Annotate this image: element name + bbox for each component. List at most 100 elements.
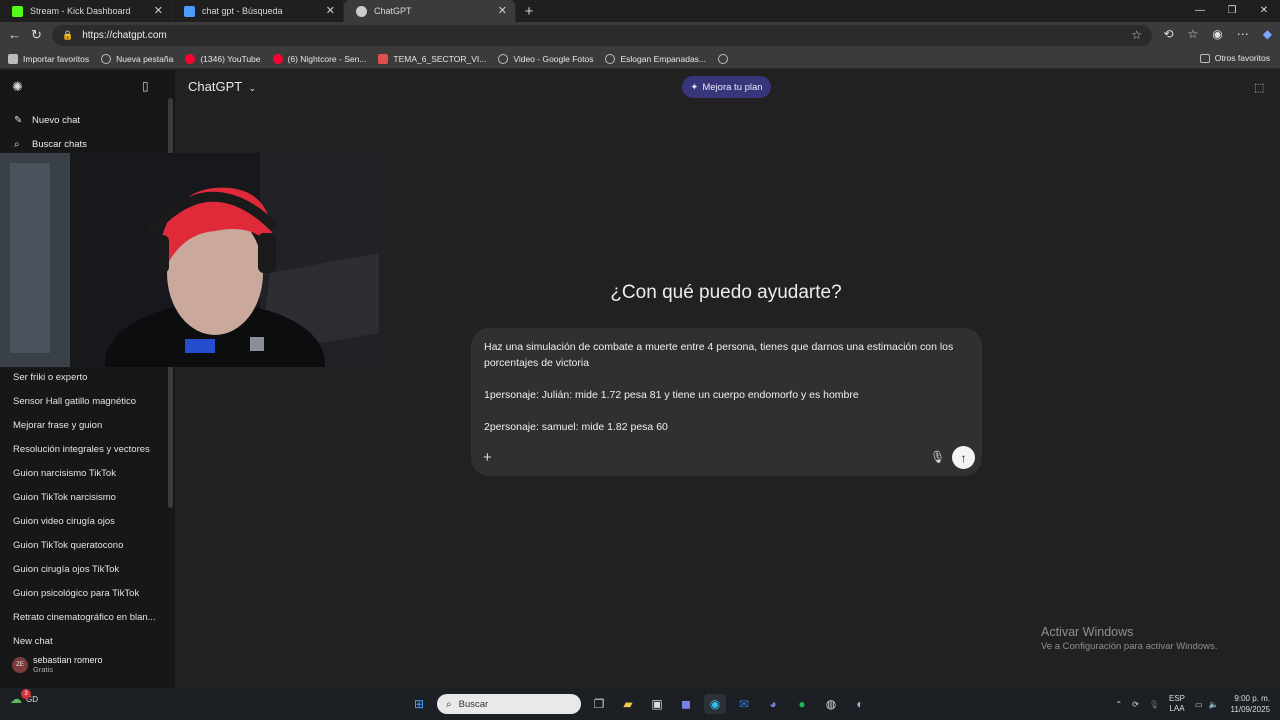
chat-item[interactable]: Ser friki o experto (13, 372, 163, 383)
bookmark-nightcore[interactable]: (6) Nightcore - Sen... (272, 53, 367, 64)
upgrade-plan-button[interactable]: ✦ Mejora tu plan (682, 76, 771, 98)
chat-item[interactable]: Guion TikTok narcisismo (13, 492, 163, 503)
chat-item[interactable]: Guion video cirugía ojos (13, 516, 163, 527)
profile-icon[interactable]: ◉ (1212, 27, 1222, 41)
other-favorites[interactable]: Otros favoritos (1199, 53, 1270, 63)
send-button[interactable]: ↑ (952, 446, 975, 469)
url-bar[interactable]: 🔒 https://chatgpt.com ☆ (52, 25, 1152, 46)
search-icon: ⌕ (14, 139, 20, 150)
bookmark-label: Nueva pestaña (116, 53, 174, 64)
bookmark-label: Eslogan Empanadas... (620, 53, 707, 64)
prompt-line: 1personaje: Julián: mide 1.72 pesa 81 y … (484, 389, 859, 401)
github-icon[interactable]: ◍ (820, 694, 842, 714)
clock[interactable]: 9:00 p. m. 11/09/2025 (1231, 693, 1270, 715)
openai-logo-icon[interactable]: ✺ (12, 79, 23, 95)
user-account[interactable]: ZE sebastian romero Gratis (12, 655, 103, 674)
task-view-icon[interactable]: ❐ (588, 694, 610, 714)
chat-item[interactable]: Retrato cinematográfico en blan... (13, 612, 163, 623)
chevron-up-icon[interactable]: ⌃ (1115, 700, 1122, 709)
search-chats-button[interactable]: ⌕ Buscar chats (14, 139, 87, 150)
taskbar-apps: ⊞ (408, 694, 437, 714)
close-tab-icon[interactable]: ✕ (498, 4, 507, 17)
new-chat-button[interactable]: ✎ Nuevo chat (14, 115, 80, 126)
tab-bing-search[interactable]: chat gpt - Búsqueda ✕ (172, 0, 344, 22)
chat-item[interactable]: Guion narcisismo TikTok (13, 468, 163, 479)
arrow-up-icon: ↑ (960, 450, 967, 465)
globe-icon (498, 53, 509, 64)
outlook-icon[interactable]: ✉ (733, 694, 755, 714)
chat-item[interactable]: New chat (13, 636, 163, 647)
taskbar-pinned-apps: ❐ ▰ ▣ ◼ ◉ ✉ ◕ ● ◍ ◐ (588, 694, 878, 714)
bookmark-eslogan[interactable]: Eslogan Empanadas... (605, 53, 707, 64)
upgrade-label: Mejora tu plan (702, 81, 763, 93)
pdf-icon (378, 53, 389, 64)
sidebar-toggle-icon[interactable]: ▯ (142, 79, 149, 93)
extensions-icon[interactable]: ⟲ (1163, 27, 1173, 41)
new-chat-label: Nuevo chat (32, 115, 81, 126)
temporary-chat-icon[interactable]: ⬚ (1254, 81, 1264, 94)
volume-icon[interactable]: 🔈 (1209, 700, 1219, 709)
chat-item[interactable]: Sensor Hall gatillo magnético (13, 396, 163, 407)
tab-title: chat gpt - Búsqueda (202, 6, 283, 16)
bookmark-label: (6) Nightcore - Sen... (287, 53, 367, 64)
favorites-icon[interactable]: ☆ (1188, 27, 1199, 41)
close-tab-icon[interactable]: ✕ (154, 4, 163, 17)
restore-icon[interactable]: ❐ (1216, 0, 1248, 22)
weather-widget[interactable]: ☁ 3 GD (10, 689, 38, 706)
attach-plus-icon[interactable]: + (483, 449, 492, 466)
sparkle-icon: ✦ (690, 81, 699, 93)
chat-item[interactable]: Mejorar frase y guion (13, 420, 163, 431)
model-name: ChatGPT (188, 79, 242, 94)
folder-icon (1199, 53, 1210, 63)
chevron-down-icon: ⌄ (248, 83, 257, 93)
chat-item[interactable]: Resolución integrales y vectores (13, 444, 163, 455)
url-text: https://chatgpt.com (82, 30, 167, 41)
browser-tab-bar: Stream - Kick Dashboard ✕ chat gpt - Bús… (0, 0, 1280, 22)
minimize-icon[interactable]: — (1184, 0, 1216, 22)
steam-icon[interactable]: ◐ (849, 694, 871, 714)
lock-icon: 🔒 (62, 30, 74, 40)
sync-icon[interactable]: ⟳ (1132, 700, 1139, 709)
chat-item[interactable]: Guion psicológico para TikTok (13, 588, 163, 599)
bookmark-globe[interactable] (718, 53, 733, 64)
chat-item[interactable]: Guion cirugía ojos TikTok (13, 564, 163, 575)
search-chats-label: Buscar chats (32, 139, 87, 150)
windows-start-icon[interactable]: ⊞ (408, 694, 430, 714)
bookmark-import[interactable]: Importar favoritos (8, 53, 90, 64)
bookmark-new-tab[interactable]: Nueva pestaña (101, 53, 174, 64)
tab-kick-dashboard[interactable]: Stream - Kick Dashboard ✕ (0, 0, 172, 22)
folder-icon (8, 53, 18, 64)
store-icon[interactable]: ▣ (646, 694, 668, 714)
bookmark-youtube[interactable]: (1346) YouTube (185, 53, 261, 64)
favorite-star-icon[interactable]: ☆ (1131, 28, 1142, 42)
mic-muted-icon[interactable]: 🎙 (1149, 700, 1159, 709)
microphone-icon[interactable]: 🎙 (930, 450, 945, 464)
bookmark-google-fotos[interactable]: Video - Google Fotos (498, 53, 593, 64)
close-window-icon[interactable]: ✕ (1248, 0, 1280, 22)
new-tab-button[interactable]: + (516, 0, 542, 22)
tab-chatgpt[interactable]: ChatGPT ✕ (344, 0, 516, 22)
prompt-composer[interactable]: Haz una simulación de combate a muerte e… (471, 328, 982, 476)
bookmark-tema6[interactable]: TEMA_6_SECTOR_VI... (378, 53, 486, 64)
more-menu-icon[interactable]: ⋯ (1237, 27, 1249, 41)
teams-icon[interactable]: ◼ (675, 694, 697, 714)
display-icon[interactable]: ▭ (1195, 700, 1203, 709)
back-icon[interactable]: ← (8, 27, 21, 42)
discord-icon[interactable]: ◕ (762, 694, 784, 714)
taskbar-search-input[interactable]: ⌕ Buscar (437, 694, 581, 714)
spotify-icon[interactable]: ● (791, 694, 813, 714)
edit-icon: ✎ (14, 115, 23, 126)
refresh-icon[interactable]: ↻ (31, 27, 42, 43)
copilot-icon[interactable]: ◆ (1263, 27, 1272, 41)
chat-item[interactable]: Guion TikTok queratocono (13, 540, 163, 551)
youtube-icon (272, 53, 283, 64)
avatar: ZE (12, 656, 28, 673)
model-selector[interactable]: ChatGPT ⌄ (188, 79, 256, 94)
user-plan: Gratis (33, 665, 54, 674)
file-explorer-icon[interactable]: ▰ (617, 694, 639, 714)
close-tab-icon[interactable]: ✕ (326, 4, 335, 17)
bookmark-label: Importar favoritos (23, 53, 90, 64)
prompt-input[interactable]: Haz una simulación de combate a muerte e… (484, 339, 974, 451)
edge-icon[interactable]: ◉ (704, 694, 726, 714)
language-indicator[interactable]: ESP LAA (1169, 694, 1185, 714)
